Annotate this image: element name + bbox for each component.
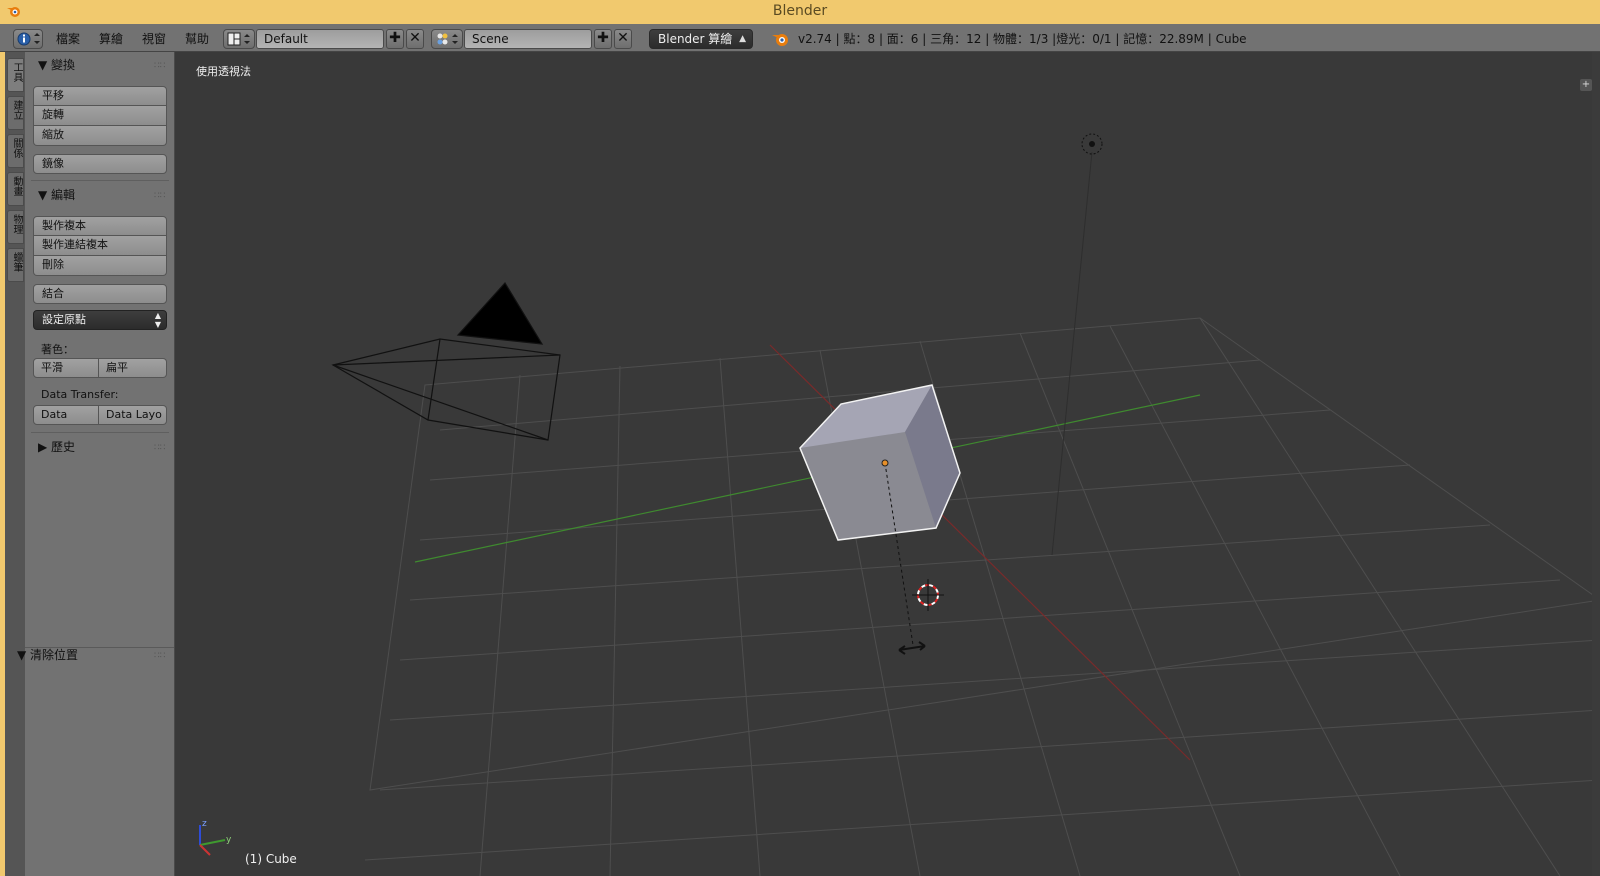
axis-gizmo: z y: [199, 819, 232, 856]
panel-grip-icon[interactable]: ∷∷: [154, 652, 165, 661]
info-icon: [17, 32, 40, 46]
updown-arrows-icon: ▲ ▼: [154, 311, 161, 329]
tab-physics-label: 物理: [11, 214, 22, 234]
collapse-triangle-icon: ▼: [38, 58, 52, 72]
screen-layout-browse-button[interactable]: [223, 29, 255, 49]
tab-tools[interactable]: 工具: [7, 58, 24, 92]
remove-scene-button[interactable]: ✕: [614, 29, 632, 49]
editor-type-button[interactable]: [13, 29, 43, 49]
shade-smooth-button[interactable]: 平滑: [33, 358, 99, 378]
view-mode-label: 使用透視法: [196, 65, 251, 78]
layout-icon: [227, 32, 250, 46]
add-scene-button[interactable]: ✚: [594, 29, 612, 49]
collapse-triangle-icon: ▼: [38, 188, 52, 202]
edit-panel-header[interactable]: ▼ 編輯: [38, 186, 75, 204]
blender-logo-icon: [772, 34, 788, 46]
tab-grease-pencil-label: 蠟筆: [11, 252, 22, 272]
tab-create-label: 建立: [11, 100, 22, 120]
duplicate-linked-button[interactable]: 製作連結複本: [33, 236, 167, 256]
shade-flat-button[interactable]: 扁平: [99, 358, 167, 378]
window-title: Blender: [772, 3, 828, 19]
camera-object: [331, 281, 561, 441]
menu-window[interactable]: 視窗: [142, 29, 166, 49]
operator-panel-header[interactable]: ▼ 清除位置: [17, 646, 78, 664]
plus-icon: +: [1581, 79, 1591, 90]
close-icon: ✕: [409, 30, 421, 46]
close-icon: ✕: [617, 30, 629, 46]
plus-icon: ✚: [389, 30, 401, 46]
scene-field[interactable]: Scene: [464, 29, 592, 49]
gizmo-y-label: y: [226, 835, 232, 845]
collapse-triangle-icon: ▼: [17, 648, 31, 662]
tab-grease-pencil[interactable]: 蠟筆: [7, 248, 24, 282]
screen-layout-field[interactable]: Default: [256, 29, 384, 49]
cube-object: [799, 384, 961, 646]
3d-cursor: [912, 579, 944, 611]
panel-grip-icon[interactable]: ∷∷: [154, 444, 165, 453]
panel-divider: [31, 432, 169, 433]
tool-shelf: [25, 52, 175, 876]
remove-screen-button[interactable]: ✕: [406, 29, 424, 49]
updown-arrows-icon: ▲: [739, 34, 746, 44]
mirror-button[interactable]: 鏡像: [33, 154, 167, 174]
properties-toggle-button[interactable]: +: [1580, 79, 1592, 91]
data-transfer-button[interactable]: Data: [33, 405, 99, 425]
tab-create[interactable]: 建立: [7, 96, 24, 130]
panel-divider: [31, 180, 169, 181]
transform-panel-title: 變換: [51, 58, 76, 72]
render-engine-label: Blender 算繪: [658, 32, 733, 46]
tab-relations[interactable]: 關係: [7, 134, 24, 168]
viewport-right-edge: [1592, 52, 1600, 876]
tab-relations-label: 關係: [11, 138, 22, 158]
add-screen-button[interactable]: ✚: [386, 29, 404, 49]
data-layout-button[interactable]: Data Layo: [99, 405, 167, 425]
y-axis-line: [414, 394, 1201, 563]
x-axis-line: [769, 344, 1191, 761]
delete-button[interactable]: 刪除: [33, 256, 167, 276]
history-panel-title: 歷史: [51, 440, 76, 454]
scene-statistics: v2.74 | 點：8 | 面：6 | 三角：12 | 物體：1/3 |燈光：0…: [798, 32, 1247, 46]
operator-panel-title: 清除位置: [30, 648, 79, 662]
shading-label: 著色：: [41, 343, 74, 356]
panel-grip-icon[interactable]: ∷∷: [154, 62, 165, 71]
tab-animation-label: 動畫: [11, 176, 22, 196]
plus-icon: ✚: [597, 30, 609, 46]
set-origin-menu[interactable]: 設定原點 ▲ ▼: [33, 310, 167, 330]
data-transfer-label: Data Transfer:: [41, 388, 119, 401]
scene-icon: [437, 33, 458, 45]
menu-file[interactable]: 檔案: [56, 29, 80, 49]
expand-triangle-icon: ▶: [38, 440, 52, 454]
tab-tools-label: 工具: [11, 62, 22, 82]
tab-physics[interactable]: 物理: [7, 210, 24, 244]
tab-animation[interactable]: 動畫: [7, 172, 24, 206]
menu-help[interactable]: 幫助: [185, 29, 209, 49]
rotate-button[interactable]: 旋轉: [33, 106, 167, 126]
floor-grid: [364, 317, 1600, 876]
scene-browse-button[interactable]: [431, 29, 463, 49]
panel-grip-icon[interactable]: ∷∷: [154, 192, 165, 201]
active-object-label: (1) Cube: [245, 852, 297, 866]
translate-button[interactable]: 平移: [33, 86, 167, 106]
gizmo-z-label: z: [202, 819, 207, 829]
drag-arrows-icon: [898, 641, 926, 655]
scale-button[interactable]: 縮放: [33, 126, 167, 146]
history-panel-header[interactable]: ▶ 歷史: [38, 438, 75, 456]
viewport-scene: z y: [199, 133, 1600, 876]
edit-panel-title: 編輯: [51, 188, 76, 202]
menu-render[interactable]: 算繪: [99, 29, 123, 49]
duplicate-button[interactable]: 製作複本: [33, 216, 167, 236]
join-button[interactable]: 結合: [33, 284, 167, 304]
set-origin-label: 設定原點: [42, 313, 86, 326]
transform-panel-header[interactable]: ▼ 變換: [38, 56, 75, 74]
render-engine-select[interactable]: Blender 算繪 ▲: [649, 29, 753, 49]
